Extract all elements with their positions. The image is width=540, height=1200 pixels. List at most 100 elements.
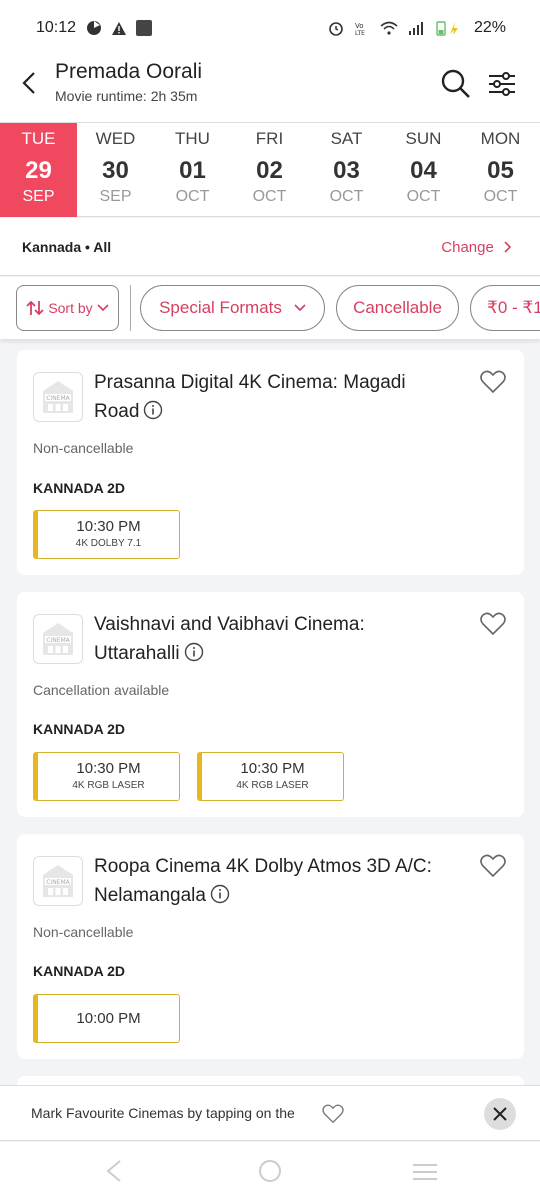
nav-recents-icon[interactable] xyxy=(412,1163,438,1181)
cinema-building-icon: CINEMA xyxy=(43,623,73,655)
sort-label: Sort by xyxy=(48,300,93,316)
info-icon[interactable] xyxy=(210,884,230,904)
date-day: 02 xyxy=(256,157,283,184)
showtime-slot[interactable]: 10:00 PM xyxy=(33,994,180,1043)
cancellation-status: Non-cancellable xyxy=(33,440,134,456)
chevron-down-icon xyxy=(294,304,306,312)
heart-icon[interactable] xyxy=(480,854,506,878)
cinema-name-block[interactable]: Prasanna Digital 4K Cinema: Magadi Road xyxy=(94,368,454,426)
showtime-time: 10:30 PM xyxy=(76,760,141,777)
change-language-link[interactable]: Change xyxy=(441,239,512,256)
movie-runtime: Movie runtime: 2h 35m xyxy=(55,88,198,104)
date-weekday: FRI xyxy=(255,129,284,148)
date-weekday: THU xyxy=(175,129,210,148)
date-tab[interactable]: SAT 03 OCT xyxy=(308,123,385,217)
chevron-down-icon xyxy=(97,304,109,312)
sort-button[interactable]: Sort by xyxy=(16,285,119,331)
date-month: OCT xyxy=(406,188,441,205)
show-format: KANNADA 2D xyxy=(33,963,126,979)
data-saver-icon xyxy=(87,21,102,35)
language-label: Kannada • All xyxy=(22,239,112,255)
showtime-slot[interactable]: 10:30 PM 4K DOLBY 7.1 xyxy=(33,510,180,559)
showtime-time: 10:30 PM xyxy=(240,760,305,777)
showtime-slot[interactable]: 10:30 PM 4K RGB LASER xyxy=(197,752,344,801)
cancellable-chip[interactable]: Cancellable xyxy=(336,285,459,331)
alert-icon xyxy=(112,21,127,35)
svg-text:Vo: Vo xyxy=(355,22,364,30)
cinema-logo: CINEMA xyxy=(33,372,83,422)
price-range-chip[interactable]: ₹0 - ₹1( xyxy=(470,285,540,331)
heart-icon xyxy=(322,1104,344,1124)
showtime-tag: 4K RGB LASER xyxy=(72,780,145,791)
cinema-name: Prasanna Digital 4K Cinema: Magadi Road xyxy=(94,372,406,422)
cinema-logo: CINEMA xyxy=(33,614,83,664)
date-day: 05 xyxy=(487,157,514,184)
filter-bar: Sort by Special Formats Cancellable ₹0 -… xyxy=(0,277,540,339)
movie-title: Premada Oorali xyxy=(55,60,203,83)
date-month: OCT xyxy=(252,188,287,205)
status-bar: 10:12 Vo LTE 22% xyxy=(0,0,540,56)
cinema-building-icon: CINEMA xyxy=(43,865,73,897)
back-arrow-icon xyxy=(22,72,35,94)
price-range-label: ₹0 - ₹1( xyxy=(487,298,540,317)
show-format: KANNADA 2D xyxy=(33,480,126,496)
date-day: 29 xyxy=(25,157,52,184)
battery-percent: 22% xyxy=(473,19,506,36)
nav-back-icon[interactable] xyxy=(104,1160,124,1182)
date-weekday: WED xyxy=(95,129,136,148)
heart-icon[interactable] xyxy=(480,612,506,636)
date-weekday: MON xyxy=(480,129,521,148)
showtime-time: 10:00 PM xyxy=(76,1010,141,1027)
date-tab[interactable]: MON 05 OCT xyxy=(462,123,539,217)
date-weekday: TUE xyxy=(21,129,56,148)
info-icon[interactable] xyxy=(143,400,163,420)
filter-sliders-icon[interactable] xyxy=(487,68,517,100)
date-month: OCT xyxy=(329,188,364,205)
date-day: 01 xyxy=(179,157,206,184)
date-month: OCT xyxy=(483,188,518,205)
date-weekday: SUN xyxy=(405,129,442,148)
date-day: 03 xyxy=(333,157,360,184)
date-day: 30 xyxy=(102,157,129,184)
nav-home-icon[interactable] xyxy=(258,1159,282,1183)
info-icon[interactable] xyxy=(184,642,204,662)
svg-text:CINEMA: CINEMA xyxy=(46,395,70,402)
system-nav-bar xyxy=(0,1142,540,1200)
battery-icon xyxy=(436,21,458,36)
cinema-card[interactable]: CINEMA Vaishnavi and Vaibhavi Cinema: Ut… xyxy=(17,592,524,817)
cinema-name-block[interactable]: Roopa Cinema 4K Dolby Atmos 3D A/C: Nela… xyxy=(94,852,454,910)
app-header: Premada Oorali Movie runtime: 2h 35m xyxy=(0,56,540,122)
date-tab[interactable]: TUE 29 SEP xyxy=(0,123,77,217)
back-button[interactable] xyxy=(14,66,44,100)
volte-icon: VoLTE xyxy=(355,22,365,36)
chevron-right-icon xyxy=(504,241,512,253)
cinema-card[interactable]: CINEMA Roopa Cinema 4K Dolby Atmos 3D A/… xyxy=(17,834,524,1059)
heart-icon[interactable] xyxy=(480,370,506,394)
show-format: KANNADA 2D xyxy=(33,721,126,737)
cinema-logo: CINEMA xyxy=(33,856,83,906)
showtime-tag: 4K DOLBY 7.1 xyxy=(75,538,142,549)
special-formats-chip[interactable]: Special Formats xyxy=(140,285,325,331)
app-notification-icon xyxy=(136,20,153,36)
sort-arrows-icon xyxy=(26,300,44,316)
date-tab[interactable]: THU 01 OCT xyxy=(154,123,231,217)
change-label: Change xyxy=(441,239,494,256)
svg-text:CINEMA: CINEMA xyxy=(46,879,70,886)
date-tab[interactable]: FRI 02 OCT xyxy=(231,123,308,217)
cinema-name-block[interactable]: Vaishnavi and Vaibhavi Cinema: Uttarahal… xyxy=(94,610,454,668)
cinema-name: Roopa Cinema 4K Dolby Atmos 3D A/C: Nela… xyxy=(94,856,432,906)
close-banner-button[interactable] xyxy=(484,1098,516,1130)
date-month: OCT xyxy=(175,188,210,205)
search-icon[interactable] xyxy=(440,68,472,100)
date-tab[interactable]: SUN 04 OCT xyxy=(385,123,462,217)
signal-icon xyxy=(408,22,423,35)
alarm-icon xyxy=(329,22,343,36)
cinema-card[interactable]: CINEMA Prasanna Digital 4K Cinema: Magad… xyxy=(17,350,524,575)
date-tab[interactable]: WED 30 SEP xyxy=(77,123,154,217)
showtime-slot[interactable]: 10:30 PM 4K RGB LASER xyxy=(33,752,180,801)
favourite-tip-banner: Mark Favourite Cinemas by tapping on the xyxy=(0,1085,540,1141)
cinema-name: Vaishnavi and Vaibhavi Cinema: Uttarahal… xyxy=(94,614,365,664)
svg-text:CINEMA: CINEMA xyxy=(46,637,70,644)
close-icon xyxy=(493,1107,507,1121)
special-formats-label: Special Formats xyxy=(159,298,282,317)
